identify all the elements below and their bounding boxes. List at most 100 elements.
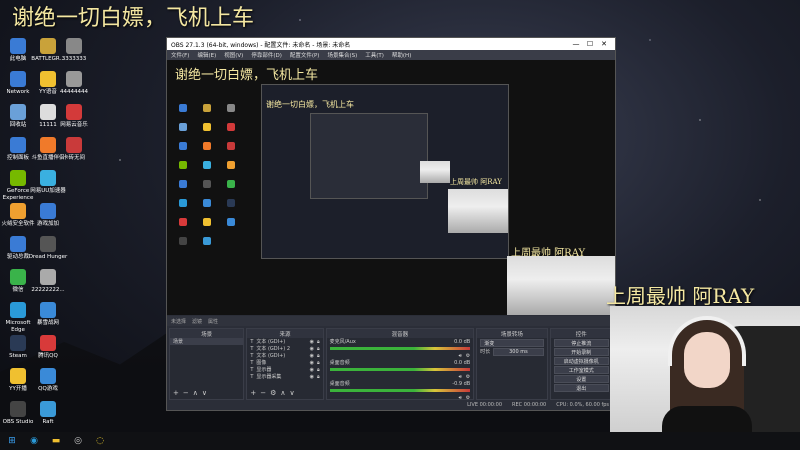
- file-explorer-icon[interactable]: ▬: [50, 435, 62, 447]
- windows-start-icon[interactable]: ⊞: [6, 435, 18, 447]
- desktop-icon-label: 22222222...: [31, 287, 65, 293]
- volume-meter: [329, 347, 471, 350]
- minimize-button[interactable]: —: [569, 40, 583, 48]
- scenes-dock: 场景 场景 + − ∧ ∨: [169, 328, 245, 400]
- obs-icon[interactable]: ◎: [72, 435, 84, 447]
- desktop-icon[interactable]: 网易UU加速器: [28, 170, 68, 195]
- transition-select[interactable]: 渐变: [480, 339, 544, 347]
- source-item[interactable]: T 显示器采集 ◉ 🔒︎: [247, 373, 322, 381]
- control-button[interactable]: 开始录制: [553, 348, 609, 356]
- desktop-icon[interactable]: 暴雪战网: [28, 302, 68, 327]
- source-item[interactable]: T 文本 (GDI+) ◉ 🔒︎: [247, 352, 322, 360]
- desktop-icon[interactable]: 网易云音乐: [54, 104, 94, 129]
- menu-docks[interactable]: 停靠部件(D): [251, 51, 282, 59]
- mixer-channel: 麦克风/Aux 0.0 dB 🔊︎ ⚙: [327, 338, 474, 359]
- menu-edit[interactable]: 编辑(E): [197, 51, 216, 59]
- close-button[interactable]: ✕: [597, 40, 611, 48]
- control-button[interactable]: 设置: [553, 375, 609, 383]
- mixer-header: 混音器: [326, 329, 474, 338]
- speaker-icon[interactable]: 🔊︎: [459, 353, 462, 359]
- move-up-icon[interactable]: ∧: [280, 389, 285, 397]
- source-type-icon: T: [250, 345, 254, 352]
- source-item[interactable]: T 文本 (GDI+) ◉ 🔒︎: [247, 338, 322, 346]
- menu-profile[interactable]: 配置文件(P): [290, 51, 320, 59]
- desktop-icon[interactable]: 22222222...: [28, 269, 68, 294]
- desktop-icon[interactable]: QQ游戏: [28, 368, 68, 393]
- desktop-icon-label: 网易云音乐: [60, 122, 88, 128]
- control-button[interactable]: 启动虚拟摄像机: [553, 357, 609, 365]
- desktop-icon[interactable]: 44444444: [54, 71, 94, 96]
- source-type-icon: T: [250, 373, 254, 380]
- source-type-icon: T: [250, 352, 254, 359]
- eye-icon[interactable]: ◉: [310, 353, 314, 359]
- eye-icon[interactable]: ◉: [310, 367, 314, 373]
- desktop-icon-label: 网易UU加速器: [30, 188, 66, 194]
- eye-icon[interactable]: ◉: [310, 339, 314, 345]
- speaker-icon[interactable]: 🔊︎: [459, 374, 462, 380]
- desktop-icon[interactable]: 卡砖无间: [54, 137, 94, 162]
- network-icon: [10, 71, 26, 87]
- obs-window[interactable]: OBS 27.1.3 (64-bit, windows) - 配置文件: 未命名…: [166, 37, 616, 411]
- gear-icon[interactable]: ⚙: [270, 389, 276, 397]
- lock-icon[interactable]: 🔒︎: [317, 346, 320, 352]
- lock-icon[interactable]: 🔒︎: [317, 353, 320, 359]
- source-item[interactable]: T 文本 (GDI+) 2 ◉ 🔒︎: [247, 345, 322, 353]
- source-item[interactable]: T 图像 ◉ 🔒︎: [247, 359, 322, 367]
- preview-webcam: [507, 256, 615, 315]
- eye-icon[interactable]: ◉: [310, 374, 314, 380]
- move-down-icon[interactable]: ∨: [289, 389, 294, 397]
- windows-taskbar: ⊞ ◉ ▬ ◎ ◌: [0, 432, 800, 450]
- sources-header: 来源: [247, 329, 323, 338]
- desktop-icon-label: QQ游戏: [38, 386, 58, 392]
- desktop-icon[interactable]: 3333333: [54, 38, 94, 63]
- menu-tools[interactable]: 工具(T): [365, 51, 384, 59]
- menu-scene-collection[interactable]: 场景集合(S): [327, 51, 357, 59]
- obs-preview[interactable]: 谢绝一切白嫖，飞机上车 谢绝一切白嫖，飞机上车 上周最帅 阿RAY 上周最帅 阿…: [167, 60, 615, 315]
- eye-icon[interactable]: ◉: [310, 346, 314, 352]
- steam-icon: [10, 335, 26, 351]
- qq-game-icon: [40, 368, 56, 384]
- edge-icon: [10, 302, 26, 318]
- control-button[interactable]: 工作室模式: [553, 366, 609, 374]
- remove-source-button[interactable]: −: [260, 389, 266, 397]
- gear-icon[interactable]: ⚙: [466, 374, 470, 380]
- filters-tab[interactable]: 滤镜: [192, 318, 202, 325]
- source-type-icon: T: [250, 359, 254, 366]
- app-icon[interactable]: ◌: [94, 435, 106, 447]
- source-item[interactable]: T 显示器 ◉ 🔒︎: [247, 366, 322, 374]
- nested-webcam-small: [420, 161, 450, 183]
- lock-icon[interactable]: 🔒︎: [317, 374, 320, 380]
- add-scene-button[interactable]: +: [173, 389, 179, 397]
- source-type-icon: T: [250, 366, 254, 373]
- lock-icon[interactable]: 🔒︎: [317, 360, 320, 366]
- obs-window-title: OBS 27.1.3 (64-bit, windows) - 配置文件: 未命名…: [171, 41, 351, 49]
- menu-view[interactable]: 视图(V): [224, 51, 243, 59]
- preview-overlay-title: 谢绝一切白嫖，飞机上车: [175, 68, 319, 83]
- obs-titlebar[interactable]: OBS 27.1.3 (64-bit, windows) - 配置文件: 未命名…: [167, 38, 615, 50]
- move-up-icon[interactable]: ∧: [193, 389, 198, 397]
- lock-icon[interactable]: 🔒︎: [317, 339, 320, 345]
- move-down-icon[interactable]: ∨: [202, 389, 207, 397]
- edge-icon[interactable]: ◉: [28, 435, 40, 447]
- volume-meter: [329, 368, 471, 371]
- gear-icon[interactable]: ⚙: [466, 353, 470, 359]
- desktop-icon[interactable]: Raft: [28, 401, 68, 426]
- duration-input[interactable]: 300 ms: [493, 347, 544, 356]
- control-button[interactable]: 退出: [553, 384, 609, 392]
- game-icon: [66, 137, 82, 153]
- control-button[interactable]: 停止推流: [553, 339, 609, 347]
- maximize-button[interactable]: ☐: [583, 40, 597, 48]
- menu-file[interactable]: 文件(F): [171, 51, 189, 59]
- shield-icon: [10, 203, 26, 219]
- desktop-icon[interactable]: 游戏加加: [28, 203, 68, 228]
- properties-tab[interactable]: 属性: [208, 318, 218, 325]
- remove-scene-button[interactable]: −: [183, 389, 189, 397]
- menu-help[interactable]: 帮助(H): [392, 51, 411, 59]
- lock-icon[interactable]: 🔒︎: [317, 367, 320, 373]
- eye-icon[interactable]: ◉: [310, 360, 314, 366]
- add-source-button[interactable]: +: [250, 389, 256, 397]
- scene-item[interactable]: 场景: [170, 338, 244, 345]
- desktop-icon[interactable]: Dread Hunger: [28, 236, 68, 261]
- desktop-icon[interactable]: 腾讯QQ: [28, 335, 68, 360]
- desktop-icon-label: 卡砖无间: [62, 155, 85, 161]
